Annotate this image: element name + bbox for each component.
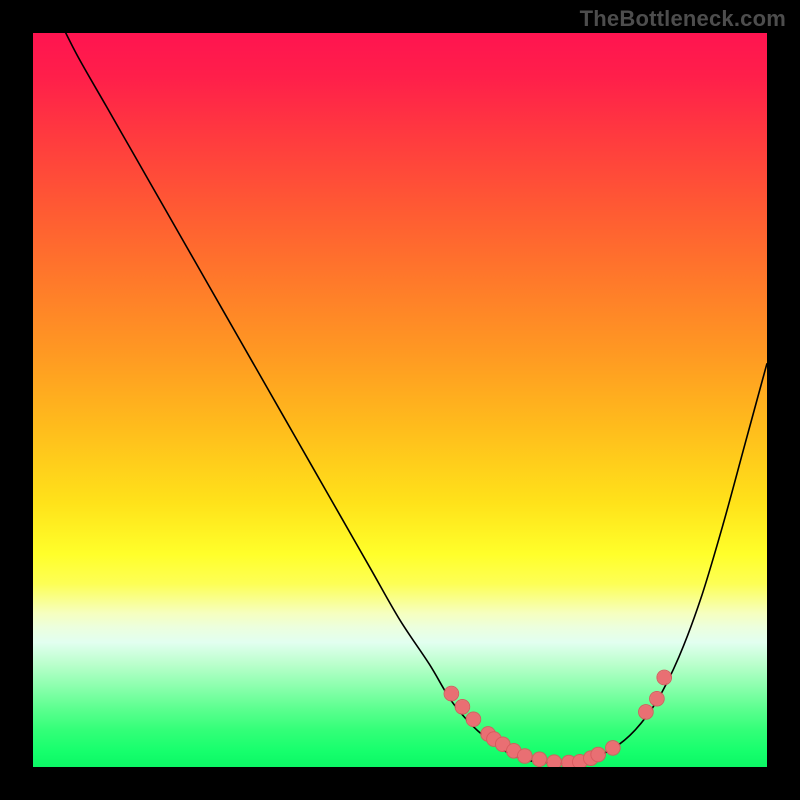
chart-frame: TheBottleneck.com: [0, 0, 800, 800]
highlight-dot: [533, 752, 547, 766]
highlight-dot: [639, 705, 653, 719]
plot-area: [33, 33, 767, 767]
highlight-dots-group: [444, 670, 671, 767]
highlight-dot: [467, 712, 481, 726]
highlight-dot: [650, 692, 664, 706]
bottleneck-curve: [55, 33, 767, 763]
highlight-dot: [657, 671, 671, 685]
highlight-dot: [518, 749, 532, 763]
highlight-dot: [591, 748, 605, 762]
highlight-dot: [445, 687, 459, 701]
highlight-dot: [606, 741, 620, 755]
highlight-dot: [456, 700, 470, 714]
watermark-text: TheBottleneck.com: [580, 6, 786, 32]
curve-svg: [33, 33, 767, 767]
